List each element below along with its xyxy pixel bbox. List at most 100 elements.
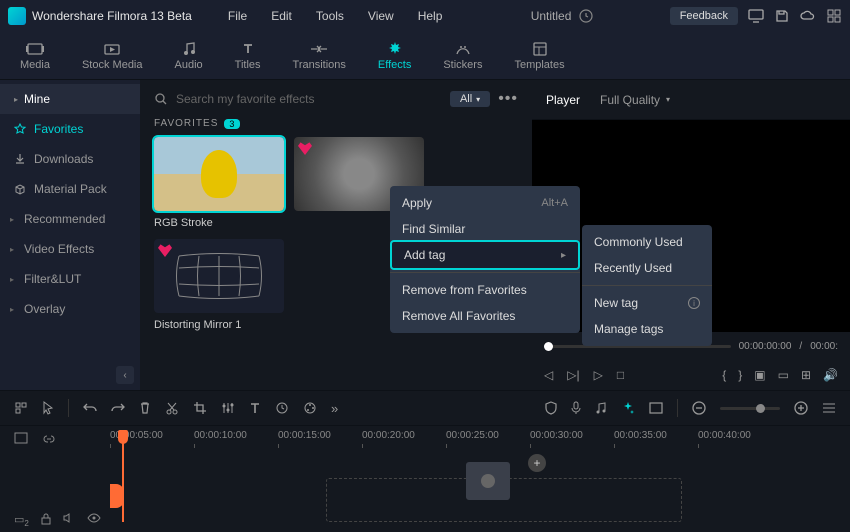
adjust-button[interactable] bbox=[221, 401, 235, 415]
media-placeholder[interactable] bbox=[466, 462, 510, 500]
track-lock-icon[interactable] bbox=[41, 513, 51, 528]
tool-select-icon[interactable] bbox=[14, 401, 28, 415]
menu-view[interactable]: View bbox=[356, 9, 406, 23]
tag-commonly-used[interactable]: Commonly Used bbox=[582, 229, 712, 255]
search-icon bbox=[154, 92, 168, 106]
snapshot-icon[interactable]: ▭ bbox=[778, 368, 789, 382]
more-tools-button[interactable]: » bbox=[331, 401, 338, 416]
display-icon[interactable]: ⊞ bbox=[801, 368, 811, 382]
tab-effects[interactable]: Effects bbox=[378, 41, 411, 71]
quality-dropdown[interactable]: Full Quality▾ bbox=[600, 93, 670, 107]
crop-tool-button[interactable] bbox=[193, 401, 207, 415]
ctx-remove-favorite[interactable]: Remove from Favorites bbox=[390, 277, 580, 303]
document-title-area: Untitled bbox=[454, 9, 669, 23]
menu-edit[interactable]: Edit bbox=[259, 9, 304, 23]
timeline-ruler[interactable]: 00:00:05:00 00:00:10:00 00:00:15:00 00:0… bbox=[110, 430, 850, 448]
document-title: Untitled bbox=[531, 9, 572, 23]
menu-file[interactable]: File bbox=[216, 9, 259, 23]
effect-thumb-distorting-mirror[interactable] bbox=[154, 239, 284, 313]
cloud-icon[interactable] bbox=[800, 8, 816, 24]
rect-tool-icon[interactable] bbox=[649, 402, 663, 414]
tab-transitions[interactable]: Transitions bbox=[293, 41, 346, 71]
tab-audio[interactable]: Audio bbox=[175, 41, 203, 71]
filter-all-dropdown[interactable]: All▾ bbox=[450, 91, 490, 107]
sidebar-item-material-pack[interactable]: Material Pack bbox=[0, 174, 140, 204]
tab-stickers[interactable]: Stickers bbox=[443, 41, 482, 71]
ai-sparkle-icon[interactable] bbox=[621, 401, 635, 415]
menu-help[interactable]: Help bbox=[406, 9, 455, 23]
stop-button[interactable]: □ bbox=[617, 368, 624, 382]
favorite-heart-icon bbox=[298, 141, 312, 155]
prev-frame-button[interactable]: ◁ bbox=[544, 368, 553, 382]
title-bar: Wondershare Filmora 13 Beta File Edit To… bbox=[0, 0, 850, 32]
favorites-count-badge: 3 bbox=[224, 119, 240, 129]
ctx-apply[interactable]: ApplyAlt+A bbox=[390, 190, 580, 216]
tag-recently-used[interactable]: Recently Used bbox=[582, 255, 712, 281]
time-current: 00:00:00:00 bbox=[739, 341, 792, 352]
sync-status-icon bbox=[579, 9, 593, 23]
color-button[interactable] bbox=[303, 401, 317, 415]
timeline[interactable]: 00:00:05:00 00:00:10:00 00:00:15:00 00:0… bbox=[0, 426, 850, 532]
track-video-icon[interactable]: ▭2 bbox=[14, 513, 29, 528]
music-icon[interactable] bbox=[595, 401, 607, 415]
crop-icon[interactable]: ▣ bbox=[754, 368, 765, 382]
playhead[interactable] bbox=[118, 430, 130, 522]
time-separator: / bbox=[799, 341, 802, 352]
tab-templates[interactable]: Templates bbox=[514, 41, 564, 71]
cut-button[interactable] bbox=[165, 401, 179, 415]
sidebar-mine-header[interactable]: ▸Mine bbox=[0, 84, 140, 114]
zoom-in-button[interactable] bbox=[794, 401, 808, 415]
monitor-icon[interactable] bbox=[748, 8, 764, 24]
scrub-handle[interactable] bbox=[544, 342, 553, 351]
sidebar-item-filter-lut[interactable]: ▸Filter&LUT bbox=[0, 264, 140, 294]
add-media-button[interactable]: + bbox=[528, 454, 546, 472]
link-icon[interactable] bbox=[42, 432, 56, 444]
zoom-out-button[interactable] bbox=[692, 401, 706, 415]
tab-media[interactable]: Media bbox=[20, 41, 50, 71]
app-logo-icon bbox=[8, 7, 26, 25]
sidebar-item-favorites[interactable]: Favorites bbox=[0, 114, 140, 144]
grid-icon[interactable] bbox=[826, 8, 842, 24]
sidebar-item-recommended[interactable]: ▸Recommended bbox=[0, 204, 140, 234]
feedback-button[interactable]: Feedback bbox=[670, 7, 738, 25]
tag-manage[interactable]: Manage tags bbox=[582, 316, 712, 342]
search-input[interactable]: Search my favorite effects bbox=[154, 92, 442, 106]
track-visibility-icon[interactable] bbox=[87, 513, 101, 528]
ctx-find-similar[interactable]: Find Similar bbox=[390, 216, 580, 242]
tab-titles[interactable]: Titles bbox=[235, 41, 261, 71]
add-tag-submenu: Commonly Used Recently Used New tagi Man… bbox=[582, 225, 712, 346]
zoom-slider[interactable] bbox=[720, 407, 780, 410]
mark-out-icon[interactable]: } bbox=[738, 368, 742, 382]
shield-icon[interactable] bbox=[545, 401, 557, 415]
menu-tools[interactable]: Tools bbox=[304, 9, 356, 23]
app-name: Wondershare Filmora 13 Beta bbox=[32, 9, 192, 23]
list-view-icon[interactable] bbox=[822, 402, 836, 414]
step-back-button[interactable]: ▷| bbox=[567, 368, 579, 382]
sidebar-item-video-effects[interactable]: ▸Video Effects bbox=[0, 234, 140, 264]
track-header-icon[interactable] bbox=[14, 432, 28, 444]
track-mute-icon[interactable] bbox=[63, 513, 75, 528]
tag-new[interactable]: New tagi bbox=[582, 290, 712, 316]
ctx-remove-all-favorites[interactable]: Remove All Favorites bbox=[390, 303, 580, 329]
tab-stock-media[interactable]: Stock Media bbox=[82, 41, 143, 71]
volume-icon[interactable]: 🔊 bbox=[823, 368, 838, 382]
speed-button[interactable] bbox=[275, 401, 289, 415]
sidebar-item-downloads[interactable]: Downloads bbox=[0, 144, 140, 174]
save-icon[interactable] bbox=[774, 8, 790, 24]
mark-in-icon[interactable]: { bbox=[722, 368, 726, 382]
redo-button[interactable] bbox=[111, 402, 125, 414]
play-button[interactable]: ▷ bbox=[594, 368, 603, 382]
tool-cursor-icon[interactable] bbox=[42, 401, 54, 415]
mic-icon[interactable] bbox=[571, 401, 581, 415]
more-options-button[interactable]: ••• bbox=[498, 90, 518, 108]
zoom-handle[interactable] bbox=[756, 404, 765, 413]
effect-thumb-rgb-stroke[interactable] bbox=[154, 137, 284, 211]
text-tool-button[interactable] bbox=[249, 401, 261, 415]
delete-button[interactable] bbox=[139, 401, 151, 415]
clip-start-handle[interactable] bbox=[110, 484, 124, 508]
sidebar: ▸Mine Favorites Downloads Material Pack … bbox=[0, 80, 140, 390]
sidebar-item-overlay[interactable]: ▸Overlay bbox=[0, 294, 140, 324]
undo-button[interactable] bbox=[83, 402, 97, 414]
ctx-add-tag[interactable]: Add tag▸ bbox=[392, 242, 578, 268]
sidebar-collapse-button[interactable]: ‹ bbox=[116, 366, 134, 384]
